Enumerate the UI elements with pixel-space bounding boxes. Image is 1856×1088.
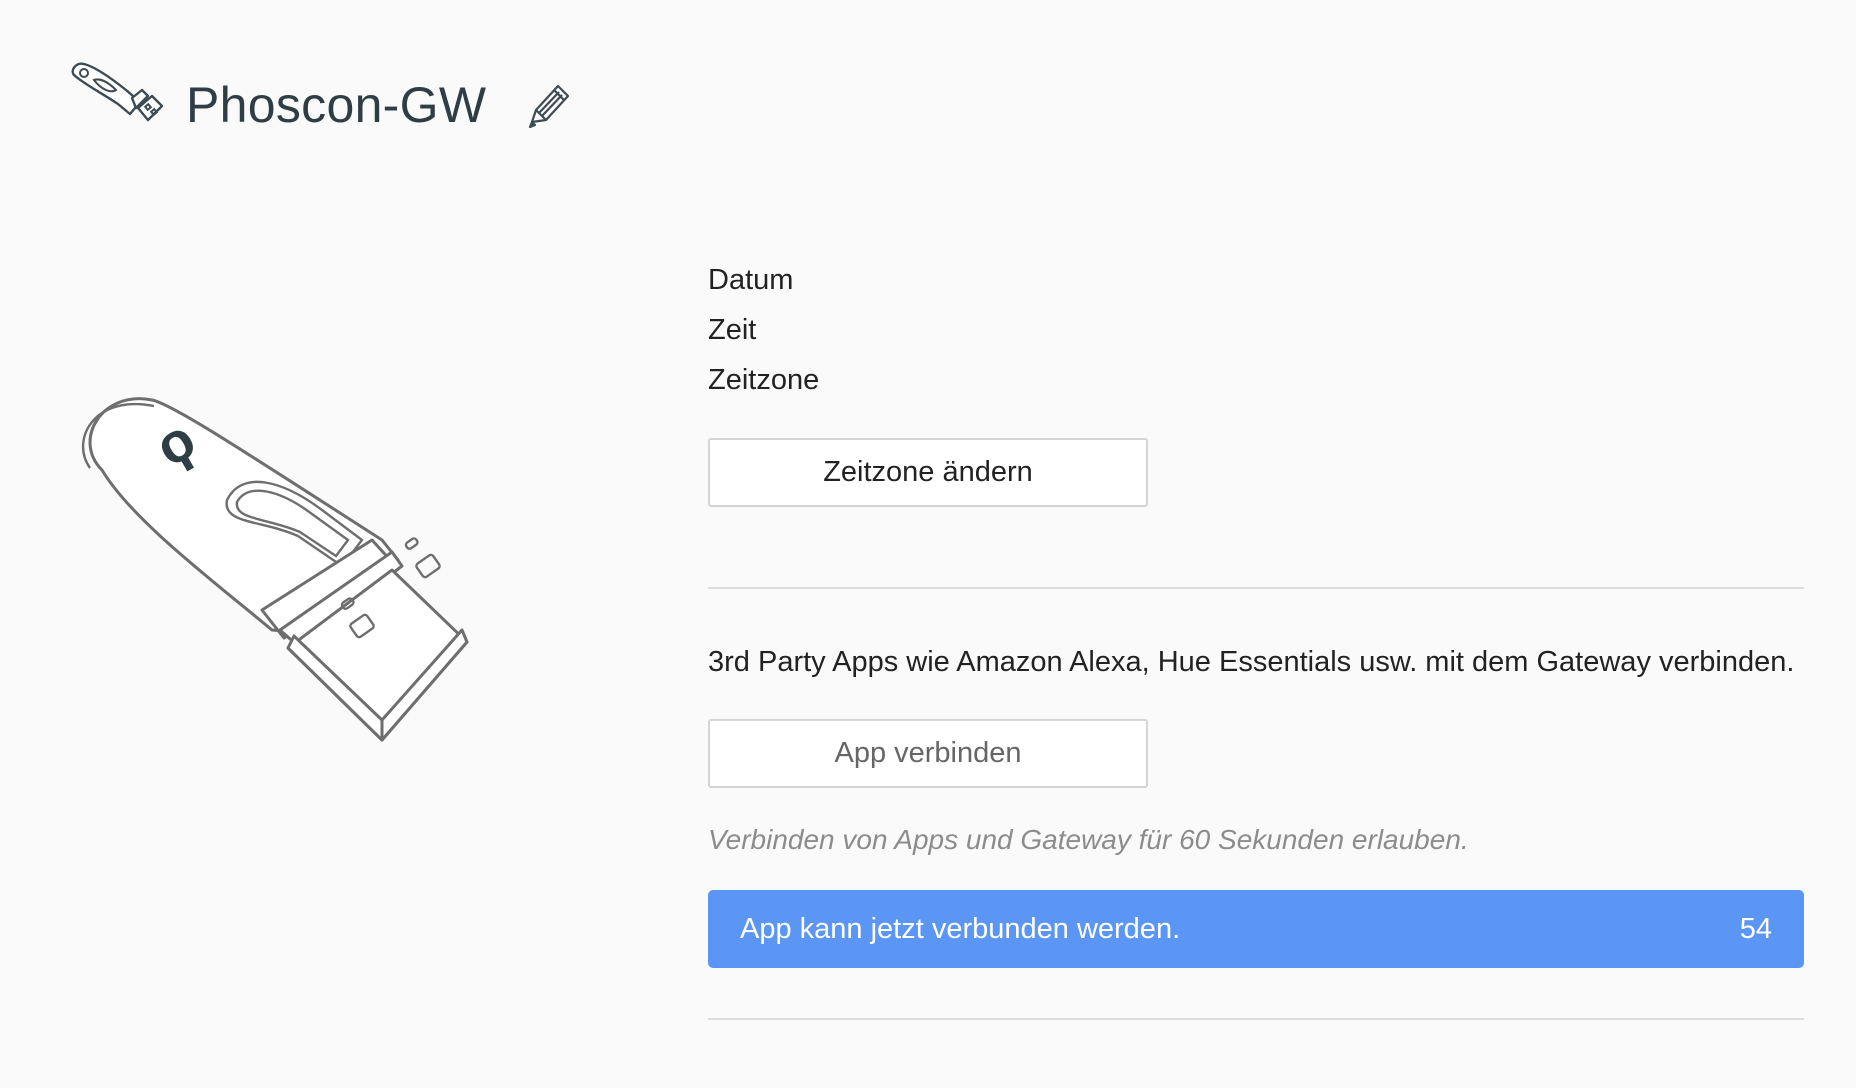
timezone-label: Zeitzone xyxy=(708,364,820,396)
gateway-settings-page: Phoscon-GW ϙ Datum Zeit Zeitzone Zeitzon… xyxy=(0,0,1856,1088)
connect-status-bar: App kann jetzt verbunden werden. 54 xyxy=(708,890,1804,968)
connect-app-button[interactable]: App verbinden xyxy=(708,719,1148,788)
section-divider-bottom xyxy=(708,1018,1804,1020)
change-timezone-button[interactable]: Zeitzone ändern xyxy=(708,438,1148,507)
section-divider xyxy=(708,587,1804,589)
page-header: Phoscon-GW xyxy=(66,60,572,150)
settings-content: Datum Zeit Zeitzone Zeitzone ändern 3rd … xyxy=(708,258,1804,1020)
countdown-seconds: 54 xyxy=(1739,912,1772,945)
page-title: Phoscon-GW xyxy=(186,77,487,133)
date-label: Datum xyxy=(708,264,794,296)
connect-hint: Verbinden von Apps und Gateway für 60 Se… xyxy=(708,824,1469,855)
apps-description: 3rd Party Apps wie Amazon Alexa, Hue Ess… xyxy=(708,646,1795,678)
time-label: Zeit xyxy=(708,314,757,346)
usb-gateway-icon xyxy=(71,62,164,122)
usb-stick-illustration: ϙ xyxy=(81,397,469,742)
pencil-icon[interactable] xyxy=(526,80,572,130)
connect-status-text: App kann jetzt verbunden werden. xyxy=(740,912,1181,945)
